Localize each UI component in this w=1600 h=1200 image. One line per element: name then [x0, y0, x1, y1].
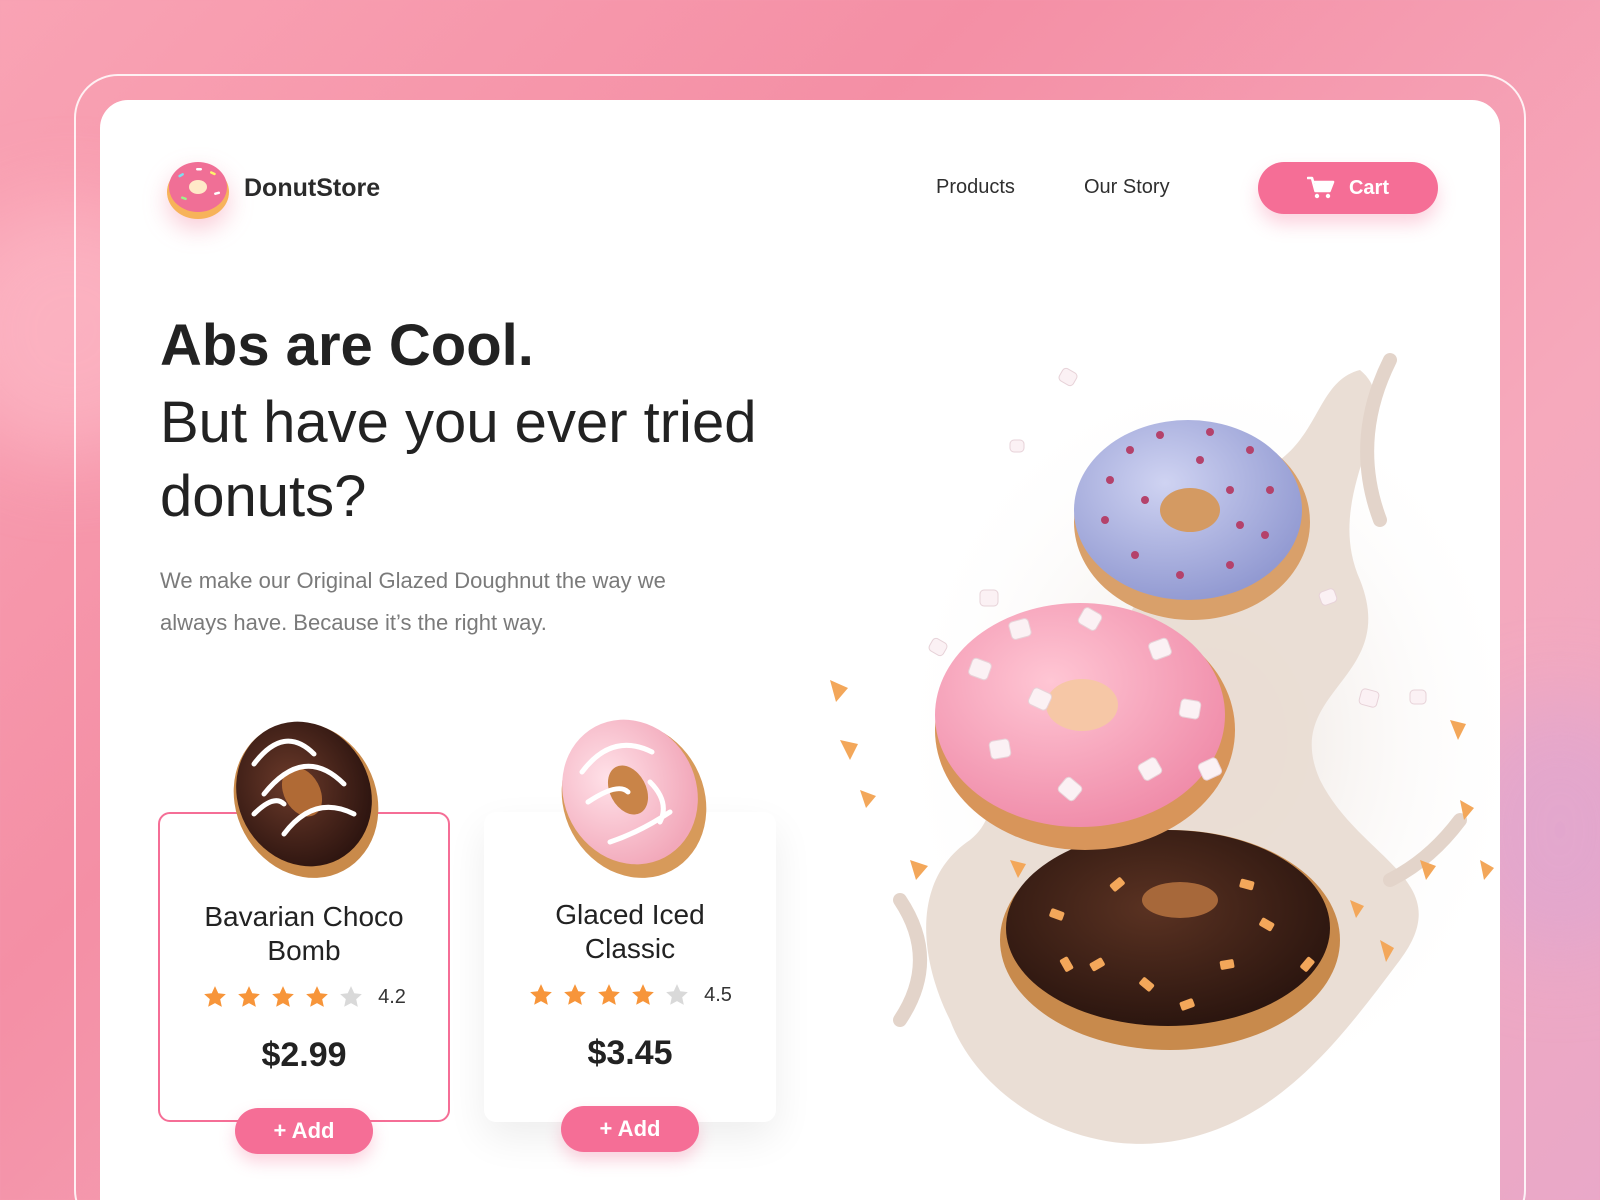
nav-our-story-link[interactable]: Our Story — [1084, 176, 1170, 199]
product-card[interactable]: Glaced Iced Classic 4.5 $3.45 + Add — [484, 719, 776, 1152]
product-rating: 4.2 — [160, 984, 448, 1010]
product-price: $2.99 — [261, 1036, 347, 1074]
hero-headline: Abs are Cool. — [160, 313, 534, 378]
brand-logo[interactable]: DonutStore — [164, 154, 380, 222]
rating-value: 4.5 — [704, 983, 732, 1006]
star-icon — [238, 986, 260, 1007]
star-icon — [204, 986, 226, 1007]
chocolate-donut-image — [233, 721, 379, 878]
product-name: Bavarian Choco Bomb — [204, 901, 404, 966]
brand-name: DonutStore — [244, 173, 381, 202]
star-icon — [564, 984, 586, 1005]
hero-donut-splash-image — [830, 353, 1500, 1144]
donut-icon — [167, 162, 229, 219]
star-icon — [598, 984, 620, 1005]
product-price: $3.45 — [587, 1034, 673, 1072]
rating-value: 4.2 — [378, 985, 406, 1008]
add-to-cart-button[interactable]: + Add — [561, 1106, 699, 1152]
cart-icon — [1306, 176, 1335, 199]
hero-description: We make our Original Glazed Doughnut the… — [160, 568, 666, 635]
cart-label: Cart — [1348, 176, 1389, 199]
star-icon — [306, 986, 328, 1007]
star-icon — [530, 984, 552, 1005]
pink-donut-image — [561, 719, 707, 878]
star-icon — [272, 986, 294, 1007]
cart-button[interactable]: Cart — [1258, 162, 1438, 214]
product-card[interactable]: Bavarian Choco Bomb 4.2 $2.99 + Add — [158, 721, 450, 1154]
star-empty-icon — [340, 986, 362, 1007]
product-name: Glaced Iced Classic — [555, 899, 705, 964]
product-rating: 4.5 — [484, 982, 776, 1008]
star-empty-icon — [666, 984, 688, 1005]
nav-products-link[interactable]: Products — [936, 176, 1015, 199]
landing-page: DonutStore Products Our Story Cart Abs a… — [100, 100, 1500, 1200]
star-icon — [632, 984, 654, 1005]
add-to-cart-button[interactable]: + Add — [235, 1108, 373, 1154]
